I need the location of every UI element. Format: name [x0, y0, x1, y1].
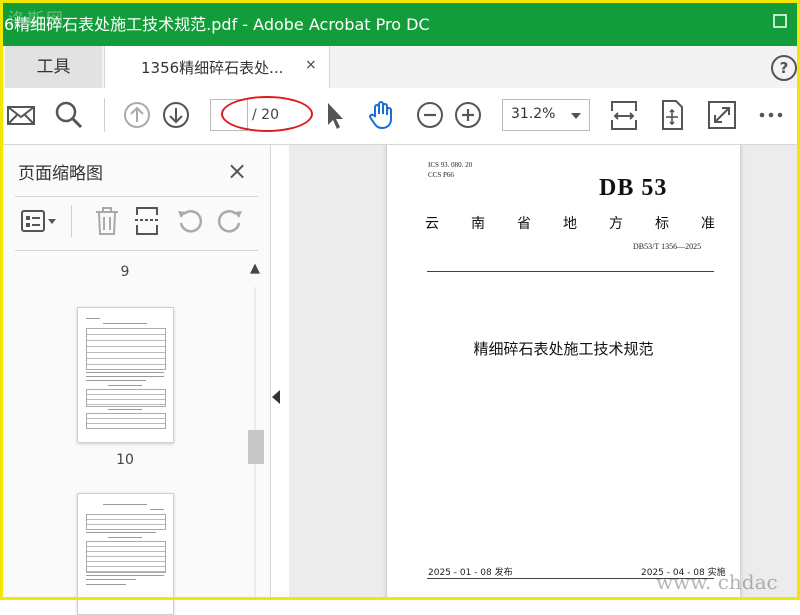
standard-category: 云 南 省 地 方 标 准	[425, 216, 715, 232]
panel-title: 页面缩略图	[18, 164, 103, 184]
hand-tool-icon[interactable]	[364, 98, 398, 132]
thumbnail-page-number: 10	[116, 452, 134, 468]
document-title: 精细碎石表处施工技术规范	[473, 340, 654, 358]
help-icon[interactable]: ?	[771, 55, 797, 81]
collapse-panel-icon[interactable]	[272, 390, 280, 404]
document-view[interactable]: ICS 93. 080. 20 CCS P66 DB 53 云 南 省 地 方 …	[289, 145, 800, 600]
rotate-right-icon[interactable]	[215, 205, 247, 237]
thumbnail-page-number: 9	[120, 264, 130, 280]
tab-document-label: 1356精细碎石表处...	[141, 59, 284, 77]
extract-pages-icon[interactable]	[131, 205, 163, 237]
scroll-up-icon[interactable]: ▲	[250, 261, 260, 276]
thumbnail-options-icon[interactable]	[19, 205, 59, 237]
full-screen-icon[interactable]	[705, 98, 739, 132]
panel-divider	[15, 250, 258, 251]
scroll-thumb[interactable]	[248, 430, 264, 464]
maximize-icon	[773, 14, 787, 28]
next-page-icon[interactable]	[159, 98, 193, 132]
trash-icon[interactable]	[91, 205, 123, 237]
release-date: 2025 - 01 - 08 发布	[428, 568, 513, 578]
search-icon[interactable]	[52, 98, 86, 132]
tab-bar: 工具 1356精细碎石表处... ×	[0, 46, 800, 89]
chevron-down-icon	[571, 113, 581, 119]
zoom-out-icon[interactable]	[413, 98, 447, 132]
fit-page-icon[interactable]	[655, 98, 689, 132]
toolbar-divider	[104, 98, 105, 132]
ics-code: ICS 93. 080. 20	[428, 161, 473, 169]
site-watermark: www. chdac	[656, 570, 778, 594]
panel-tool-divider	[71, 205, 72, 237]
document-number: DB53/T 1356—2025	[633, 242, 702, 251]
page-thumbnails-panel: 页面缩略图 × 9 10 ▲	[5, 145, 271, 615]
document-page: ICS 93. 080. 20 CCS P66 DB 53 云 南 省 地 方 …	[386, 145, 741, 600]
maximize-button[interactable]	[768, 12, 792, 34]
zoom-level-select[interactable]: 31.2%	[502, 99, 590, 131]
thumbnail-scrollbar[interactable]: ▲	[246, 257, 266, 600]
zoom-in-icon[interactable]	[451, 98, 485, 132]
more-options-icon[interactable]	[754, 98, 788, 132]
panel-close-button[interactable]: ×	[227, 157, 247, 185]
panel-divider	[15, 196, 258, 197]
ccs-code: CCS P66	[428, 171, 454, 179]
previous-page-icon[interactable]	[120, 98, 154, 132]
toolbar: / 20 31.2%	[0, 88, 800, 145]
window-title: 6精细碎石表处施工技术规范.pdf - Adobe Acrobat Pro DC	[4, 15, 430, 34]
select-cursor-icon[interactable]	[318, 98, 352, 132]
fit-width-icon[interactable]	[607, 98, 641, 132]
zoom-level-value: 31.2%	[511, 106, 556, 122]
title-bar: 洛斯网 6精细碎石表处施工技术规范.pdf - Adobe Acrobat Pr…	[0, 0, 800, 46]
rotate-left-icon[interactable]	[173, 205, 205, 237]
tab-close-button[interactable]: ×	[305, 57, 317, 73]
header-rule	[427, 271, 714, 272]
annotation-ellipse	[221, 96, 313, 132]
db53-logo: DB 53	[599, 175, 668, 201]
email-icon[interactable]	[4, 98, 38, 132]
tab-tools[interactable]: 工具	[5, 46, 102, 88]
thumbnail-page-11[interactable]	[77, 493, 174, 615]
thumbnail-page-10[interactable]	[77, 307, 174, 443]
tab-document[interactable]: 1356精细碎石表处... ×	[104, 46, 330, 89]
